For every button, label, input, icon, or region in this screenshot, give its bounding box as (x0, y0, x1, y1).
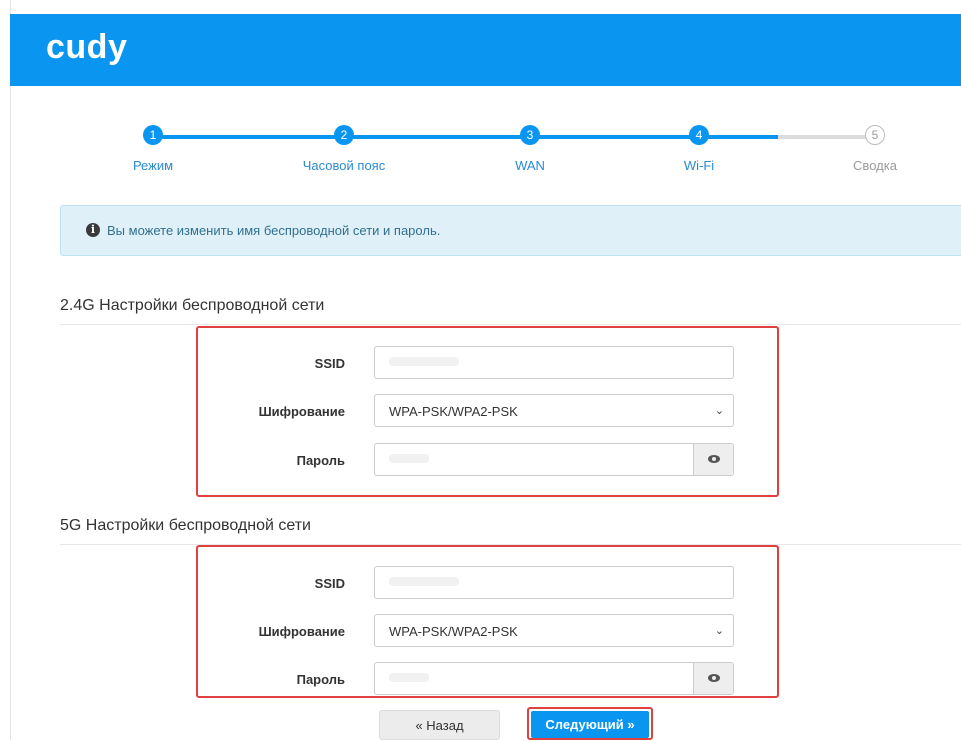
step-wifi: 4 Wi-Fi (639, 124, 759, 173)
step-number-badge: 4 (689, 125, 709, 145)
password-label-24g: Пароль (296, 453, 345, 468)
step-number-badge: 2 (334, 125, 354, 145)
encryption-select-5g[interactable]: WPA-PSK/WPA2-PSK ⌄ (374, 614, 734, 647)
info-alert-text: Вы можете изменить имя беспроводной сети… (107, 223, 441, 238)
ssid-input-24g[interactable] (374, 346, 734, 379)
cudy-logo: cudy (46, 28, 128, 66)
password-label-5g: Пароль (296, 672, 345, 687)
password-input-5g[interactable] (374, 662, 734, 695)
ssid-input-5g[interactable] (374, 566, 734, 599)
info-circle-icon: i (86, 223, 100, 237)
chevron-down-icon: ⌄ (714, 405, 724, 417)
next-button-highlight: Следующий » (527, 707, 653, 740)
step-timezone: 2 Часовой пояс (284, 124, 404, 173)
section-divider (60, 324, 961, 325)
password-input-24g[interactable] (374, 443, 734, 476)
ssid-label-24g: SSID (314, 356, 345, 371)
info-alert: i Вы можете изменить имя беспроводной се… (60, 205, 961, 256)
password-value-redacted (389, 673, 429, 682)
show-password-button-24g[interactable] (693, 444, 733, 475)
show-password-button-5g[interactable] (693, 663, 733, 694)
section-title-24g: 2.4G Настройки беспроводной сети (60, 297, 325, 314)
next-button[interactable]: Следующий » (531, 711, 649, 738)
page-left-border (0, 0, 11, 740)
eye-icon (708, 455, 720, 463)
password-value-redacted (389, 454, 429, 463)
section-title-5g: 5G Настройки беспроводной сети (60, 517, 311, 534)
step-label: Wi-Fi (683, 158, 715, 173)
encryption-selected-value: WPA-PSK/WPA2-PSK (389, 624, 518, 639)
chevron-down-icon: ⌄ (714, 625, 724, 637)
step-number-badge: 3 (520, 125, 540, 145)
encryption-selected-value: WPA-PSK/WPA2-PSK (389, 404, 518, 419)
step-label: Режим (132, 158, 174, 173)
step-label: Сводка (853, 158, 897, 173)
setup-wizard-stepper: 1 Режим 2 Часовой пояс 3 WAN 4 Wi-Fi 5 С… (0, 124, 961, 184)
back-button[interactable]: « Назад (379, 710, 500, 740)
step-mode: 1 Режим (93, 124, 213, 173)
ssid-value-redacted (389, 357, 459, 366)
ssid-value-redacted (389, 577, 459, 586)
step-wan: 3 WAN (470, 124, 590, 173)
step-label: WAN (515, 158, 545, 173)
encryption-select-24g[interactable]: WPA-PSK/WPA2-PSK ⌄ (374, 394, 734, 427)
step-number-badge: 5 (865, 125, 885, 145)
step-summary: 5 Сводка (815, 124, 935, 173)
step-number-badge: 1 (143, 125, 163, 145)
ssid-label-5g: SSID (314, 576, 345, 591)
eye-icon (708, 674, 720, 682)
encryption-label-5g: Шифрование (258, 624, 345, 639)
encryption-label-24g: Шифрование (258, 404, 345, 419)
step-label: Часовой пояс (302, 158, 386, 173)
app-header: cudy (10, 14, 961, 86)
